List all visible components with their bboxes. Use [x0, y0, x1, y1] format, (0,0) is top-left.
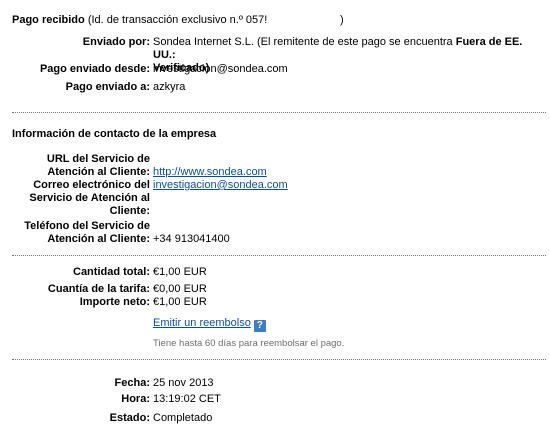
url-label: URL del Servicio de Atención al Cliente: — [47, 153, 150, 179]
email-label: Correo electrónico del Servicio de Atenc… — [29, 179, 150, 218]
fee-label: Cuantía de la tarifa: — [47, 283, 150, 295]
issue-refund-link[interactable]: Emitir un reembolso — [153, 317, 251, 329]
state-value: Completado — [153, 412, 213, 424]
transaction-id-close: ) — [340, 14, 344, 26]
url-label-line1: URL del Servicio de — [46, 153, 150, 165]
help-icon[interactable]: ? — [253, 320, 266, 332]
receipt-header: Pago recibido (Id. de transacción exclus… — [12, 14, 267, 27]
phone-value: +34 913041400 — [153, 233, 230, 245]
refund-row: Emitir un reembolso? — [153, 317, 266, 332]
company-email-link[interactable]: investigacion@sondea.com — [153, 179, 288, 192]
email-label-line3: Cliente: — [109, 205, 150, 217]
state-label: Estado: — [109, 412, 150, 424]
email-label-line2: Servicio de Atención al — [29, 192, 150, 204]
url-label-line2: Atención al Cliente: — [47, 166, 150, 178]
divider — [12, 359, 546, 360]
fee-value: €0,00 EUR — [153, 283, 207, 295]
time-value: 13:19:02 CET — [153, 393, 221, 405]
sent-by-label: Enviado por: — [82, 36, 150, 48]
section-heading: Información de contacto de la empresa — [12, 128, 217, 140]
transaction-id-note: (Id. de transacción exclusivo n.º 057! — [87, 14, 268, 26]
total-label: Cantidad total: — [73, 266, 150, 278]
time-label: Hora: — [121, 393, 150, 405]
date-label: Fecha: — [114, 377, 150, 389]
total-value: €1,00 EUR — [153, 266, 207, 278]
net-label: Importe neto: — [79, 296, 150, 308]
divider — [12, 112, 546, 113]
refund-note: Tiene hasta 60 días para reembolsar el p… — [153, 338, 345, 349]
sender-name: Sondea Internet S.L. — [153, 36, 254, 48]
sent-to-value: azkyra — [153, 81, 186, 93]
sent-from-label: Pago enviado desde: — [39, 63, 150, 75]
email-label-line1: Correo electrónico del — [33, 179, 150, 191]
phone-label: Teléfono del Servicio de Atención al Cli… — [24, 220, 150, 246]
net-value: €1,00 EUR — [153, 296, 207, 308]
company-url-link[interactable]: http://www.sondea.com — [153, 166, 267, 179]
phone-label-line2: Atención al Cliente: — [47, 233, 150, 245]
sent-to-label: Pago enviado a: — [65, 81, 150, 93]
sender-note: (El remitente de este pago se encuentra — [256, 36, 453, 48]
page-title: Pago recibido — [12, 14, 85, 26]
date-value: 25 nov 2013 — [153, 377, 214, 389]
divider — [12, 255, 546, 256]
phone-label-line1: Teléfono del Servicio de — [24, 220, 150, 232]
sent-from-value: investigacion@sondea.com — [153, 63, 288, 75]
